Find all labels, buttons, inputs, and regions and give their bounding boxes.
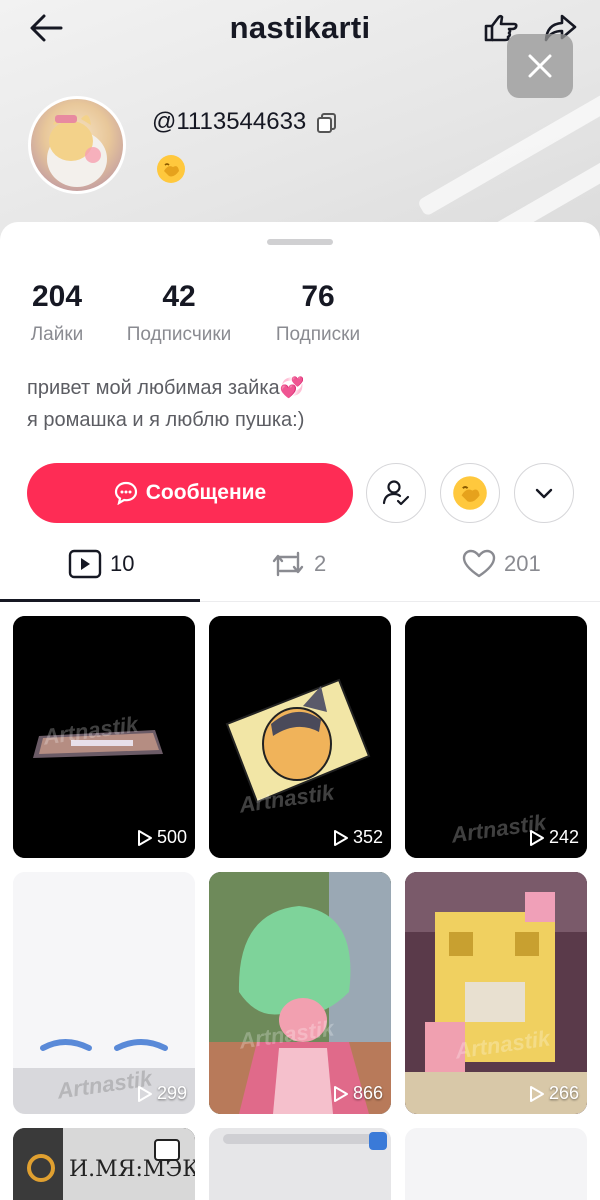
stat-value: 42 [162, 280, 196, 313]
view-count: 299 [137, 1083, 187, 1104]
play-outline-icon [333, 829, 348, 846]
stat-likes[interactable]: 204 Лайки [27, 280, 87, 346]
video-tile[interactable]: Artnastik 352 [209, 616, 391, 858]
stat-label: Лайки [30, 324, 84, 345]
tab-liked[interactable]: 201 [462, 544, 541, 584]
video-tile[interactable]: Artnastik 266 [405, 872, 587, 1114]
view-count-value: 242 [548, 827, 579, 847]
stat-value: 76 [301, 280, 335, 313]
play-outline-icon [137, 1085, 152, 1102]
video-tile[interactable]: Artnastik 500 [13, 616, 195, 858]
heart-icon [462, 549, 496, 578]
video-icon [68, 549, 102, 579]
play-outline-icon [333, 1085, 348, 1102]
username: @1113544633 [152, 108, 307, 135]
message-button[interactable]: Сообщение [27, 463, 353, 523]
avatar-image [47, 115, 107, 187]
video-tile[interactable]: И.МЯ:МЭКТ [13, 1128, 195, 1200]
tab-count: 10 [110, 551, 135, 576]
stat-label: Подписки [275, 324, 361, 345]
view-count: 242 [529, 827, 579, 848]
view-count-value: 266 [548, 1083, 579, 1103]
more-options-button[interactable] [514, 463, 574, 523]
view-count-value: 299 [156, 1083, 187, 1103]
video-tile[interactable] [209, 1128, 391, 1200]
stat-followers[interactable]: 42 Подписчики [120, 280, 238, 346]
video-thumbnail [209, 1128, 391, 1200]
tab-count: 2 [314, 551, 327, 576]
message-button-label: Сообщение [145, 481, 267, 504]
tab-videos[interactable]: 10 [68, 544, 134, 584]
profile-panel: 204 Лайки 42 Подписчики 76 Подписки прив… [0, 222, 600, 1200]
stat-following[interactable]: 76 Подписки [270, 280, 366, 346]
play-outline-icon [529, 829, 544, 846]
avatar[interactable] [28, 96, 126, 194]
stat-value: 204 [31, 280, 83, 313]
view-count: 866 [333, 1083, 383, 1104]
video-thumbnail [209, 872, 391, 1114]
user-check-icon [382, 480, 410, 506]
bio-line: я ромашка и я люблю пушка:) [27, 409, 305, 431]
chat-bubble-icon [114, 481, 137, 505]
active-tab-indicator [0, 599, 200, 602]
chevron-down-icon [535, 488, 553, 499]
view-count: 500 [137, 827, 187, 848]
video-tile[interactable]: Artnastik 242 [405, 616, 587, 858]
video-tile[interactable]: Artnastik 866 [209, 872, 391, 1114]
following-status-button[interactable] [366, 463, 426, 523]
video-tile[interactable] [405, 1128, 587, 1200]
view-count-value: 352 [352, 827, 383, 847]
bio: привет мой любимая зайка💞 я ромашка и я … [27, 372, 305, 436]
view-count-value: 500 [156, 827, 187, 847]
play-outline-icon [529, 1085, 544, 1102]
bio-line: привет мой любимая зайка💞 [27, 377, 305, 399]
stat-label: Подписчики [126, 324, 232, 345]
drag-handle[interactable] [267, 239, 333, 245]
hug-emoji-icon [157, 155, 185, 183]
close-overlay-button[interactable] [507, 34, 573, 98]
copy-icon[interactable] [316, 112, 338, 134]
close-icon [528, 54, 552, 78]
tab-reposts[interactable]: 2 [270, 544, 326, 584]
video-thumbnail [405, 872, 587, 1114]
tab-count: 201 [504, 551, 541, 576]
hug-emoji-icon [453, 476, 487, 510]
video-thumbnail [209, 616, 391, 858]
video-tile[interactable]: Artnastik 299 [13, 872, 195, 1114]
play-outline-icon [137, 829, 152, 846]
view-count-value: 866 [352, 1083, 383, 1103]
repost-icon [272, 551, 304, 577]
view-count: 352 [333, 827, 383, 848]
hug-emoji-button[interactable] [440, 463, 500, 523]
video-thumbnail: И.МЯ:МЭКТ [13, 1128, 195, 1200]
view-count: 266 [529, 1083, 579, 1104]
